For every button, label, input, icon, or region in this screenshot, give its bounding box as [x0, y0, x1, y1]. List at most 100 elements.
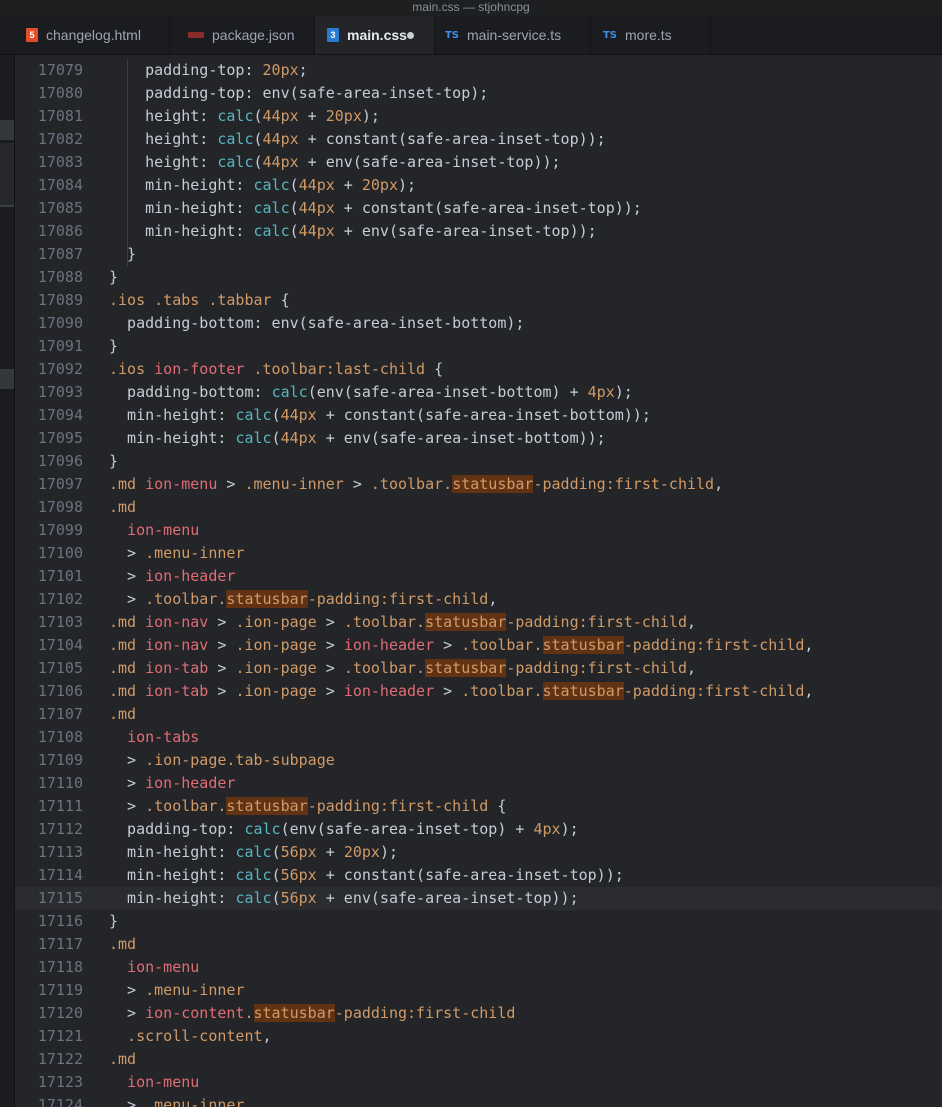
code-line[interactable]: 17124 > .menu-inner	[15, 1094, 942, 1107]
code-line[interactable]: 17117 .md	[15, 933, 942, 956]
code-token: min-height:	[109, 222, 254, 240]
code-text: ion-menu	[109, 519, 199, 542]
code-text: min-height: calc(56px + env(safe-area-in…	[109, 887, 579, 910]
code-line[interactable]: 17082 height: calc(44px + constant(safe-…	[15, 128, 942, 151]
code-line[interactable]: 17111 > .toolbar.statusbar-padding:first…	[15, 795, 942, 818]
code-line[interactable]: 17103 .md ion-nav > .ion-page > .toolbar.…	[15, 611, 942, 634]
code-token: ion-nav	[145, 613, 209, 631]
tab-label: main-service.ts	[467, 27, 562, 43]
line-number: 17089	[37, 291, 83, 309]
code-line[interactable]: 17080 padding-top: env(safe-area-inset-t…	[15, 82, 942, 105]
code-token: height:	[109, 107, 218, 125]
code-line[interactable]: 17119 > .menu-inner	[15, 979, 942, 1002]
code-line[interactable]: 17100 > .menu-inner	[15, 542, 942, 565]
line-number: 17083	[37, 153, 83, 171]
line-number: 17100	[37, 544, 83, 562]
code-token: calc	[235, 889, 272, 907]
code-line[interactable]: 17118 ion-menu	[15, 956, 942, 979]
tab-package-json[interactable]: package.json	[170, 16, 315, 54]
code-token: .menu-inner	[145, 544, 245, 562]
code-line[interactable]: 17120 > ion-content.statusbar-padding:fi…	[15, 1002, 942, 1025]
code-line[interactable]: 17110 > ion-header	[15, 772, 942, 795]
code-text: min-height: calc(44px + env(safe-area-in…	[109, 427, 606, 450]
code-text: padding-bottom: calc(env(safe-area-inset…	[109, 381, 633, 404]
code-token: .	[244, 1004, 254, 1022]
code-token: padding-top:	[109, 820, 245, 838]
gutter-divider	[0, 205, 14, 207]
code-line[interactable]: 17101 > ion-header	[15, 565, 942, 588]
line-number: 17109	[37, 751, 83, 769]
code-line[interactable]: 17081 height: calc(44px + 20px);	[15, 105, 942, 128]
code-token: calc	[217, 153, 254, 171]
code-text: padding-top: 20px;	[109, 59, 308, 82]
code-token: calc	[235, 406, 272, 424]
code-line[interactable]: 17093 padding-bottom: calc(env(safe-area…	[15, 381, 942, 404]
code-line[interactable]: 17121 .scroll-content,	[15, 1025, 942, 1048]
gutter-marker	[0, 120, 14, 140]
code-token: ,	[488, 590, 498, 608]
code-token: padding-bottom:	[109, 383, 272, 401]
line-number: 17080	[37, 84, 83, 102]
code-line[interactable]: 17083 height: calc(44px + env(safe-area-…	[15, 151, 942, 174]
code-token: .menu-inner	[244, 475, 344, 493]
code-line[interactable]: 17105 .md ion-tab > .ion-page > .toolbar.…	[15, 657, 942, 680]
code-line[interactable]: 17107 .md	[15, 703, 942, 726]
modified-indicator-icon[interactable]	[407, 32, 414, 39]
line-number: 17104	[37, 636, 83, 654]
code-line[interactable]: 17102 > .toolbar.statusbar-padding:first…	[15, 588, 942, 611]
code-token: ,	[804, 682, 814, 700]
code-token: calc	[253, 176, 290, 194]
code-line[interactable]: 17086 min-height: calc(44px + env(safe-a…	[15, 220, 942, 243]
code-token: 20px	[343, 843, 380, 861]
code-line[interactable]: 17122 .md	[15, 1048, 942, 1071]
code-text: > .toolbar.statusbar-padding:first-child…	[109, 795, 506, 818]
code-token: +	[316, 843, 344, 861]
code-line[interactable]: 17106 .md ion-tab > .ion-page > ion-heade…	[15, 680, 942, 703]
code-token: 44px	[262, 107, 299, 125]
code-line[interactable]: 17098 .md	[15, 496, 942, 519]
code-line[interactable]: 17079 padding-top: 20px;	[15, 59, 942, 82]
code-line[interactable]: 17087 }	[15, 243, 942, 266]
code-line[interactable]: 17089 .ios .tabs .tabbar {	[15, 289, 942, 312]
code-line[interactable]: 17092 .ios ion-footer .toolbar:last-child…	[15, 358, 942, 381]
window-title: main.css — stjohncpg	[0, 0, 942, 16]
code-line[interactable]: 17113 min-height: calc(56px + 20px);	[15, 841, 942, 864]
tab-more-ts[interactable]: TS more.ts	[591, 16, 711, 54]
code-line[interactable]: 17114 min-height: calc(56px + constant(s…	[15, 864, 942, 887]
code-line[interactable]: 17104 .md ion-nav > .ion-page > ion-heade…	[15, 634, 942, 657]
code-text: > .menu-inner	[109, 979, 244, 1002]
code-line[interactable]: 17116}	[15, 910, 942, 933]
code-line[interactable]: 17085 min-height: calc(44px + constant(s…	[15, 197, 942, 220]
code-text: height: calc(44px + 20px);	[109, 105, 380, 128]
code-token: (	[271, 843, 281, 861]
code-line[interactable]: 17096}	[15, 450, 942, 473]
code-token: min-height:	[109, 889, 236, 907]
code-token: .ion-page	[235, 613, 317, 631]
code-text: > .toolbar.statusbar-padding:first-child…	[109, 588, 497, 611]
code-line[interactable]: 17115 min-height: calc(56px + env(safe-a…	[15, 887, 942, 910]
code-token: .ion-page	[235, 659, 317, 677]
code-line[interactable]: 17099 ion-menu	[15, 519, 942, 542]
search-highlight: statusbar	[425, 659, 507, 677]
code-line[interactable]: 17095 min-height: calc(44px + env(safe-a…	[15, 427, 942, 450]
code-line[interactable]: 17109 > .ion-page.tab-subpage	[15, 749, 942, 772]
tab-changelog-html[interactable]: 5 changelog.html	[0, 16, 170, 54]
code-line[interactable]: 17094 min-height: calc(44px + constant(s…	[15, 404, 942, 427]
code-editor[interactable]: 17079 padding-top: 20px; 17080 padding-to…	[15, 55, 942, 1107]
code-line[interactable]: 17112 padding-top: calc(env(safe-area-in…	[15, 818, 942, 841]
code-text: padding-top: env(safe-area-inset-top);	[109, 82, 488, 105]
tab-main-css[interactable]: 3 main.css	[315, 16, 435, 54]
code-line[interactable]: 17088}	[15, 266, 942, 289]
code-line[interactable]: 17123 ion-menu	[15, 1071, 942, 1094]
code-line[interactable]: 17090 padding-bottom: env(safe-area-inse…	[15, 312, 942, 335]
tab-main-service-ts[interactable]: TS main-service.ts	[435, 16, 591, 54]
search-highlight: statusbar	[542, 682, 624, 700]
search-highlight: statusbar	[253, 1004, 335, 1022]
line-number: 17112	[37, 820, 83, 838]
code-line[interactable]: 17108 ion-tabs	[15, 726, 942, 749]
code-line[interactable]: 17097 .md ion-menu > .menu-inner > .toolb…	[15, 473, 942, 496]
code-token: .toolbar.	[343, 613, 426, 631]
code-line[interactable]: 17091}	[15, 335, 942, 358]
code-line[interactable]: 17084 min-height: calc(44px + 20px);	[15, 174, 942, 197]
code-token: -padding:first-child	[623, 682, 805, 700]
